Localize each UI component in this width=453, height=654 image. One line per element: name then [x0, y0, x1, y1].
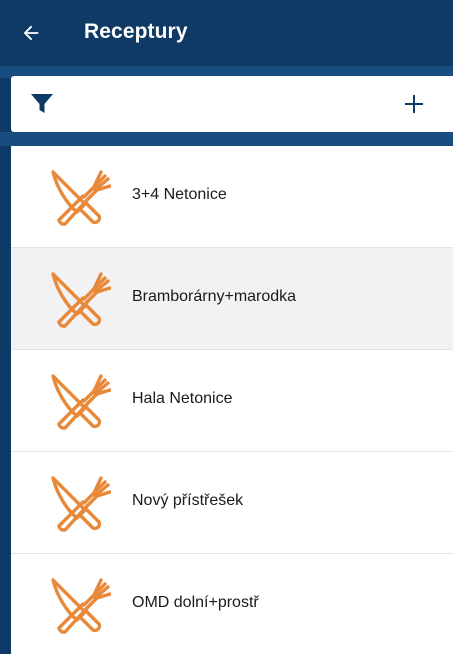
recipe-item[interactable]: Bramborárny+marodka: [11, 248, 453, 350]
recipe-label: Bramborárny+marodka: [132, 288, 297, 305]
page-title: Receptury: [84, 20, 188, 43]
cutlery-icon: [51, 374, 111, 430]
app-window: Receptury 3+4 Netonice Bramborárny+marod…: [0, 0, 453, 654]
recipe-item[interactable]: 3+4 Netonice: [11, 146, 453, 248]
arrow-left-icon: [23, 25, 39, 41]
recipe-label: 3+4 Netonice: [132, 186, 227, 203]
filter-button[interactable]: [27, 90, 57, 118]
plus-icon: [405, 95, 423, 113]
list-band: [0, 132, 453, 146]
recipe-label: Nový přístřešek: [132, 492, 244, 509]
app-bar: Receptury: [0, 0, 453, 66]
list-toolbar: [11, 76, 453, 132]
recipe-item[interactable]: Hala Netonice: [11, 350, 453, 452]
back-button[interactable]: [14, 16, 48, 50]
cutlery-icon: [51, 170, 111, 226]
recipe-list: 3+4 Netonice Bramborárny+marodka Hala Ne…: [11, 146, 453, 654]
cutlery-icon: [51, 272, 111, 328]
cutlery-icon: [51, 578, 111, 634]
filter-icon: [31, 94, 53, 113]
recipe-label: Hala Netonice: [132, 390, 233, 407]
recipe-item[interactable]: Nový přístřešek: [11, 452, 453, 554]
recipe-label: OMD dolní+prostř: [132, 594, 259, 611]
recipe-item[interactable]: OMD dolní+prostř: [11, 554, 453, 654]
cutlery-icon: [51, 476, 111, 532]
add-recipe-button[interactable]: [398, 88, 430, 120]
